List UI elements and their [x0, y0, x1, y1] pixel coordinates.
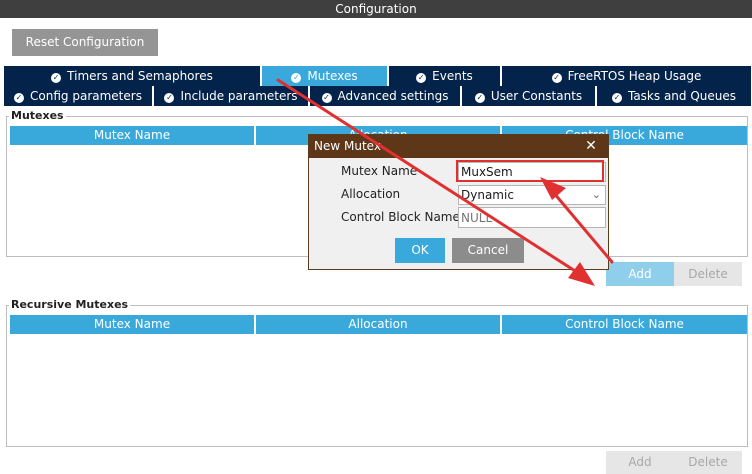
annotation-arrows — [276, 78, 614, 286]
arrow-add-to-name — [540, 177, 614, 264]
